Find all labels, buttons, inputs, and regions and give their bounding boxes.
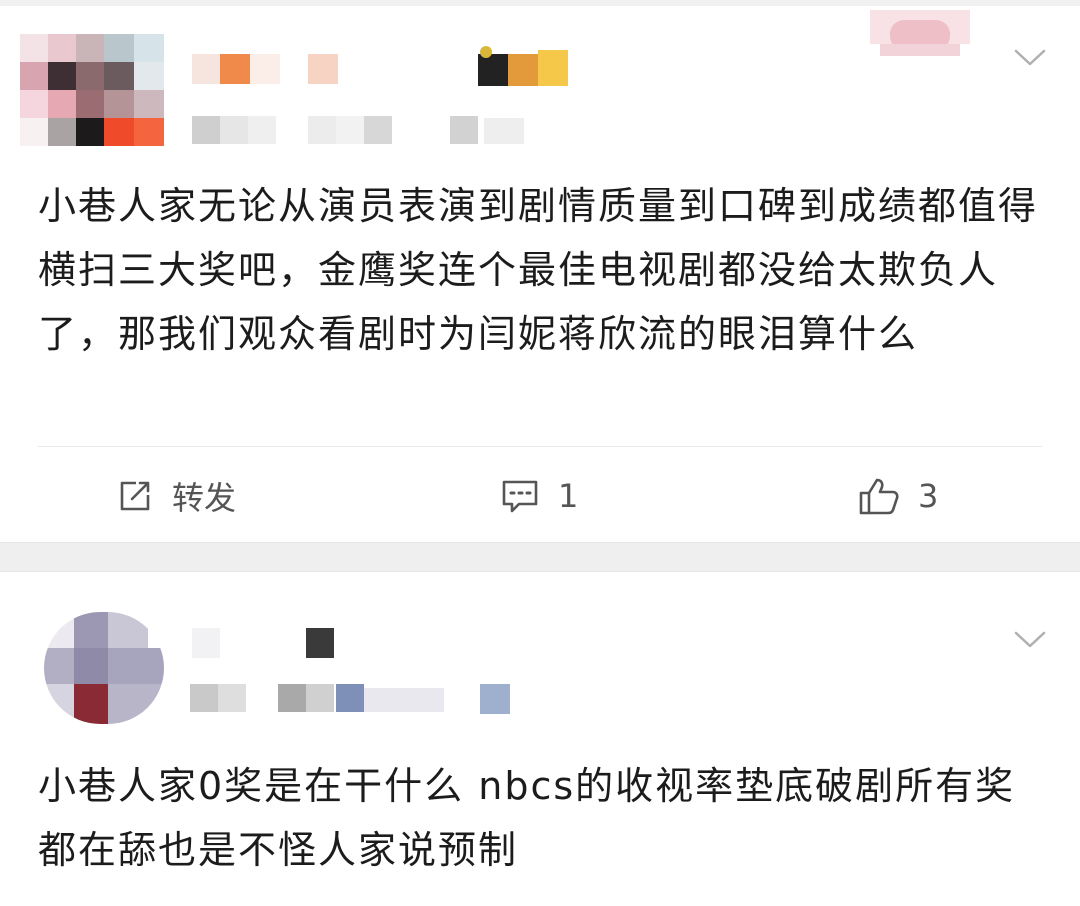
- like-button[interactable]: 3: [858, 474, 938, 518]
- comment-bubble-icon: [502, 480, 538, 513]
- feed-post: 小巷人家0奖是在干什么 nbcs的收视率垫底破剧所有奖都在舔也是不怪人家说预制: [0, 572, 1080, 906]
- post-meta: [190, 684, 510, 714]
- chevron-down-icon[interactable]: [1010, 42, 1050, 72]
- decoration-sticker: [870, 10, 970, 66]
- thumbs-up-icon: [859, 478, 899, 515]
- vip-badge: [478, 46, 568, 86]
- username[interactable]: [192, 54, 342, 84]
- feed-post: 小巷人家无论从演员表演到剧情质量到口碑到成绩都值得横扫三大奖吧，金鹰奖连个最佳电…: [0, 6, 1080, 542]
- like-count: 3: [918, 477, 939, 515]
- chevron-down-icon[interactable]: [1010, 624, 1050, 654]
- comment-button[interactable]: 1: [500, 474, 578, 518]
- avatar[interactable]: [20, 34, 164, 146]
- repost-label: 转发: [172, 479, 237, 517]
- post-meta: [192, 116, 542, 144]
- avatar[interactable]: [44, 612, 164, 724]
- post-separator: [0, 542, 1080, 572]
- post-content: 小巷人家0奖是在干什么 nbcs的收视率垫底破剧所有奖都在舔也是不怪人家说预制: [38, 764, 1016, 872]
- repost-button[interactable]: 转发: [116, 474, 236, 518]
- post-content: 小巷人家无论从演员表演到剧情质量到口碑到成绩都值得横扫三大奖吧，金鹰奖连个最佳电…: [38, 184, 1039, 356]
- comment-count: 1: [558, 477, 579, 515]
- username[interactable]: [192, 628, 342, 658]
- divider: [38, 446, 1042, 447]
- share-edit-icon: [120, 481, 150, 511]
